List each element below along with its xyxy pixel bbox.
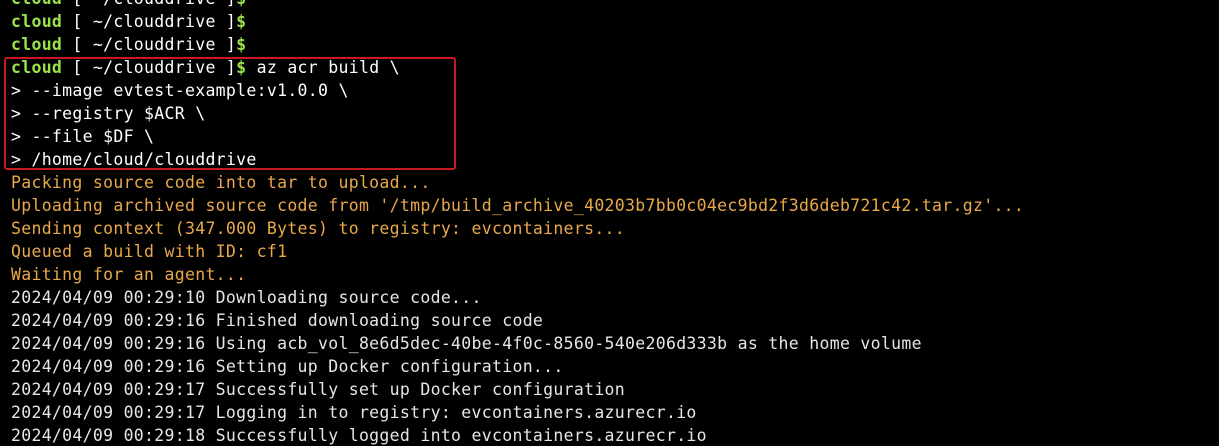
prompt-path: [ ~/clouddrive ] xyxy=(62,58,237,77)
prompt-line: cloud [ ~/clouddrive ]$ xyxy=(11,33,1024,56)
prompt-line-with-command: cloud [ ~/clouddrive ]$ az acr build \ xyxy=(11,56,1024,79)
prompt-user: cloud xyxy=(11,35,63,54)
prompt-path: [ ~/clouddrive ] xyxy=(62,35,237,54)
continuation-line-file: > --file $DF \ xyxy=(11,127,155,146)
terminal-window[interactable]: cloud [ ~/clouddrive ]$ cloud [ ~/cloudd… xyxy=(0,0,1219,446)
prompt-user: cloud xyxy=(11,12,63,31)
log-line: 2024/04/09 00:29:16 Using acb_vol_8e6d5d… xyxy=(11,334,922,353)
log-line: 2024/04/09 00:29:17 Logging in to regist… xyxy=(11,403,697,422)
prompt-symbol: $ xyxy=(236,0,246,8)
log-line: 2024/04/09 00:29:18 Successfully logged … xyxy=(11,426,707,445)
log-line: 2024/04/09 00:29:16 Finished downloading… xyxy=(11,311,544,330)
command-text: az acr build \ xyxy=(246,58,400,77)
continuation-line-registry: > --registry $ACR \ xyxy=(11,104,206,123)
prompt-symbol: $ xyxy=(236,12,247,31)
prompt-user: cloud xyxy=(11,0,62,8)
output-line-sending: Sending context (347.000 Bytes) to regis… xyxy=(11,219,626,238)
continuation-line-path: > /home/cloud/clouddrive xyxy=(11,150,257,169)
log-line: 2024/04/09 00:29:10 Downloading source c… xyxy=(11,288,482,307)
output-line-uploading: Uploading archived source code from '/tm… xyxy=(11,196,1025,215)
output-line-packing: Packing source code into tar to upload..… xyxy=(11,173,431,192)
output-line-queued: Queued a build with ID: cf1 xyxy=(11,242,288,261)
prompt-path: [ ~/clouddrive ] xyxy=(62,12,237,31)
prompt-line: cloud [ ~/clouddrive ]$ xyxy=(11,10,1024,33)
continuation-line-image: > --image evtest-example:v1.0.0 \ xyxy=(11,81,349,100)
prompt-symbol: $ xyxy=(236,35,247,54)
terminal-output: cloud [ ~/clouddrive ]$ cloud [ ~/cloudd… xyxy=(11,0,1024,446)
prompt-symbol: $ xyxy=(236,58,247,77)
log-line: 2024/04/09 00:29:16 Setting up Docker co… xyxy=(11,357,564,376)
prompt-line: cloud [ ~/clouddrive ]$ xyxy=(11,0,1024,10)
prompt-path: [ ~/clouddrive ] xyxy=(62,0,236,8)
output-line-waiting: Waiting for an agent... xyxy=(11,265,247,284)
prompt-user: cloud xyxy=(11,58,63,77)
log-line: 2024/04/09 00:29:17 Successfully set up … xyxy=(11,380,626,399)
